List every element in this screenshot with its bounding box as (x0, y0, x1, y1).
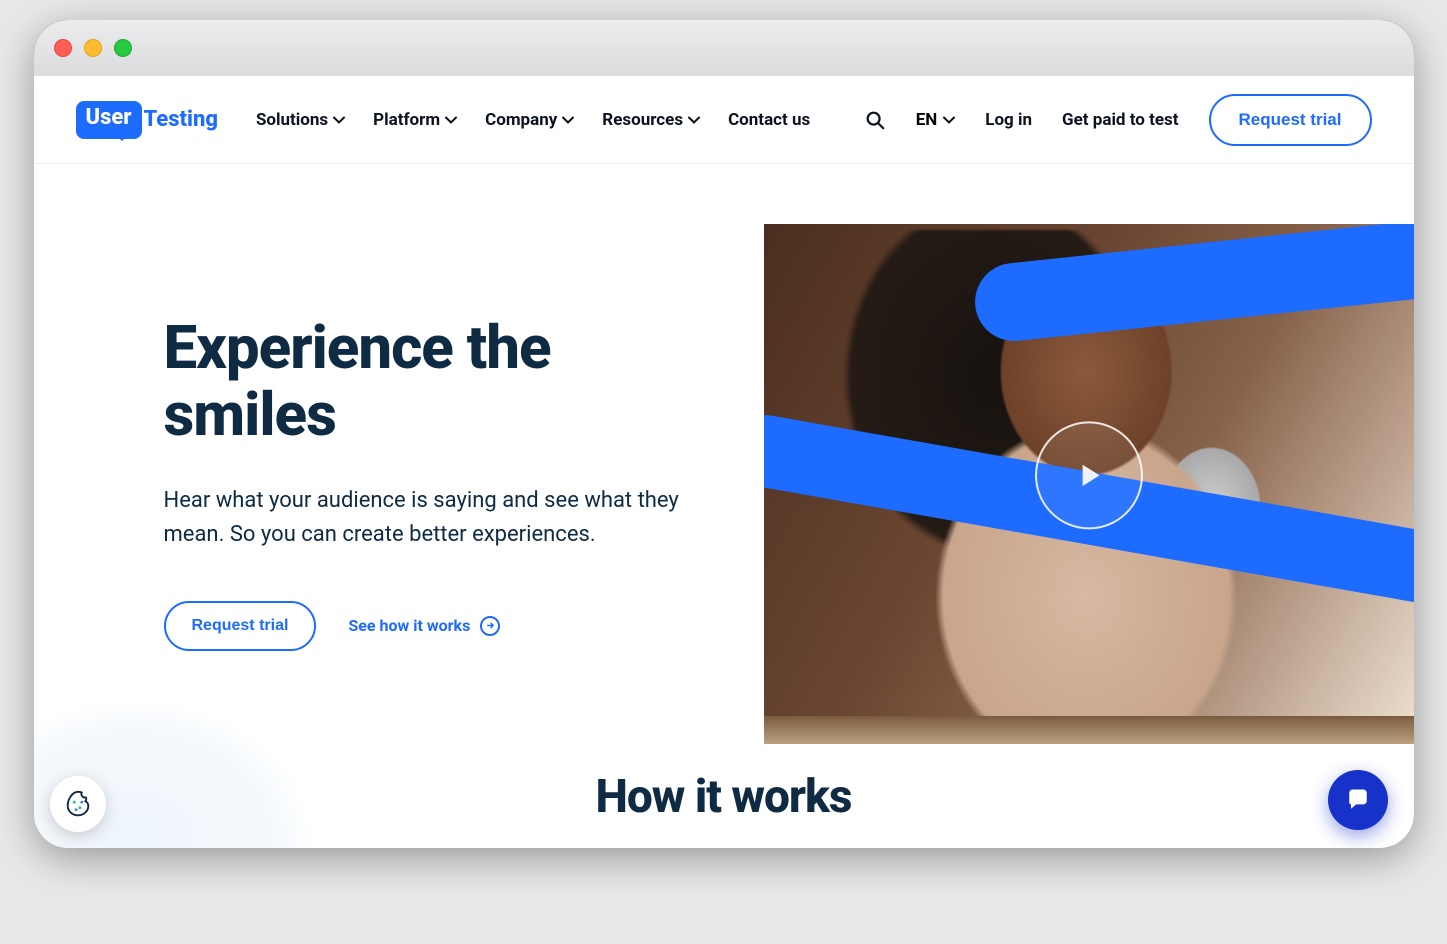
device-frame: User Testing Solutions Platform Company … (34, 20, 1414, 848)
chevron-down-icon (688, 114, 700, 126)
hero-video-thumbnail[interactable] (764, 224, 1414, 744)
see-how-it-works-link[interactable]: See how it works (348, 616, 500, 636)
page-viewport: User Testing Solutions Platform Company … (34, 76, 1414, 848)
chevron-down-icon (562, 114, 574, 126)
nav-item-label: Platform (373, 110, 440, 130)
hero: Experience the smiles Hear what your aud… (34, 224, 1414, 744)
language-selector[interactable]: EN (916, 110, 956, 130)
search-icon[interactable] (864, 109, 886, 131)
chevron-down-icon (333, 114, 345, 126)
window-titlebar (34, 20, 1414, 76)
nav-item-company[interactable]: Company (485, 110, 574, 130)
logo-badge: User (76, 101, 142, 139)
hero-headline: Experience the smiles (164, 314, 704, 448)
hero-copy: Experience the smiles Hear what your aud… (164, 224, 704, 651)
nav-item-resources[interactable]: Resources (602, 110, 700, 130)
logo[interactable]: User Testing (76, 101, 218, 139)
language-label: EN (916, 110, 938, 130)
fullscreen-window-button[interactable] (114, 39, 132, 57)
hero-request-trial-button[interactable]: Request trial (164, 601, 317, 651)
login-link[interactable]: Log in (985, 110, 1032, 130)
nav-menu: Solutions Platform Company Resources Con… (256, 110, 810, 130)
cookie-preferences-button[interactable] (50, 776, 106, 832)
nav-item-label: Company (485, 110, 557, 130)
request-trial-button[interactable]: Request trial (1209, 94, 1372, 146)
get-paid-link[interactable]: Get paid to test (1062, 110, 1178, 130)
hero-actions: Request trial See how it works (164, 601, 704, 651)
nav-item-solutions[interactable]: Solutions (256, 110, 345, 130)
navbar: User Testing Solutions Platform Company … (34, 76, 1414, 164)
close-window-button[interactable] (54, 39, 72, 57)
chat-widget-button[interactable] (1328, 770, 1388, 830)
nav-item-label: Solutions (256, 110, 328, 130)
nav-item-label: Contact us (728, 110, 810, 130)
traffic-lights (54, 39, 132, 57)
logo-word: Testing (144, 107, 218, 132)
section-title-how-it-works: How it works (34, 770, 1414, 824)
nav-item-label: Resources (602, 110, 683, 130)
chevron-down-icon (445, 114, 457, 126)
chevron-down-icon (943, 114, 955, 126)
arrow-right-circle-icon (480, 616, 500, 636)
nav-item-platform[interactable]: Platform (373, 110, 457, 130)
nav-right: EN Log in Get paid to test Request trial (864, 94, 1372, 146)
link-label: See how it works (348, 616, 470, 635)
minimize-window-button[interactable] (84, 39, 102, 57)
nav-item-contact[interactable]: Contact us (728, 110, 810, 130)
hero-subhead: Hear what your audience is saying and se… (164, 484, 704, 552)
play-video-button[interactable] (1035, 421, 1143, 529)
